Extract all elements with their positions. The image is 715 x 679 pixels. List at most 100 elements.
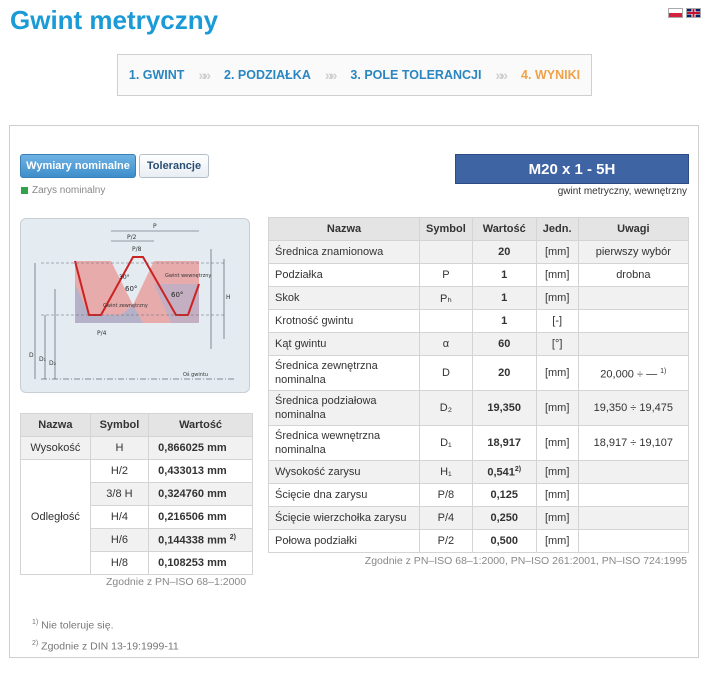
tab-nominal-dimensions[interactable]: Wymiary nominalne <box>20 154 136 178</box>
chevron-right-icon: »» <box>324 67 338 83</box>
cell-value: 0,250 <box>471 506 537 530</box>
page-title: Gwint metryczny <box>10 5 219 35</box>
cell-symbol: P/8 <box>419 483 473 507</box>
cell-unit: [mm] <box>535 240 579 264</box>
cell-value: 0,125 <box>471 483 537 507</box>
green-square-icon <box>21 187 28 194</box>
cell-name: Odległość <box>20 459 91 575</box>
column-header: Symbol <box>419 217 473 241</box>
legend: Zarys nominalny <box>21 185 105 196</box>
column-header: Uwagi <box>577 217 690 241</box>
cell-symbol: H <box>89 436 150 460</box>
table-row: Wysokość zarysu H₁ 0,5412) [mm] <box>267 460 690 484</box>
cell-unit: [-] <box>535 309 579 333</box>
cell-unit: [mm] <box>535 529 579 553</box>
cell-name: Średnica podziałowa nominalna <box>267 390 421 426</box>
cell-symbol: P <box>419 263 473 287</box>
polish-flag-icon[interactable] <box>668 8 683 18</box>
cell-symbol <box>419 309 473 333</box>
thread-profile-diagram: P P/2 P/4 P/8 H D D₁ D₂ 60° 60° 30° Gwin… <box>20 218 250 393</box>
cell-symbol: D <box>419 355 473 391</box>
cell-symbol: Pₕ <box>419 286 473 310</box>
step-thread[interactable]: 1. GWINT <box>125 68 189 82</box>
cell-value: 0,500 <box>471 529 537 553</box>
cell-value: 0,216506 mm <box>148 505 253 529</box>
footnote: 2) Zgodnie z DIN 13-19:1999-11 <box>32 635 179 656</box>
dimensions-table: Nazwa Symbol Wartość Jedn. Uwagi Średnic… <box>267 217 690 553</box>
nut-label: Gwint wewnętrzny <box>165 273 211 279</box>
wizard-steps: 1. GWINT »» 2. PODZIAŁKA »» 3. POLE TOLE… <box>117 54 592 96</box>
cell-name: Wysokość zarysu <box>267 460 421 484</box>
table-row: Połowa podziałki P/2 0,500 [mm] <box>267 529 690 553</box>
cell-unit: [mm] <box>535 286 579 310</box>
column-header: Wartość <box>148 413 253 437</box>
cell-symbol: H/6 <box>89 528 150 552</box>
dim-label-p8: P/8 <box>132 246 142 253</box>
chevron-right-icon: »» <box>495 67 508 83</box>
cell-note <box>577 506 690 530</box>
step-tolerance-field[interactable]: 3. POLE TOLERANCJI <box>346 68 485 82</box>
thread-designation: M20 x 1 - 5H <box>455 154 689 184</box>
cell-note: 18,917 ÷ 19,107 <box>577 425 690 461</box>
cell-value: 1 <box>471 286 537 310</box>
dim-label-p: P <box>153 223 157 230</box>
bolt-label: Gwint zewnętrzny <box>103 303 148 309</box>
tab-tolerances[interactable]: Tolerancje <box>139 154 209 178</box>
cell-name: Średnica wewnętrzna nominalna <box>267 425 421 461</box>
cell-name: Średnica zewnętrzna nominalna <box>267 355 421 391</box>
language-switcher <box>668 8 701 18</box>
footnote-ref: 1) <box>660 367 667 375</box>
table-row: Podziałka P 1 [mm] drobna <box>267 263 690 287</box>
cell-value: 0,144338 mm <box>158 534 227 547</box>
cell-value: 0,108253 mm <box>148 551 253 575</box>
step-results[interactable]: 4. WYNIKI <box>517 68 584 82</box>
cell-value: 60 <box>471 332 537 356</box>
table-row: Krotność gwintu 1 [-] <box>267 309 690 333</box>
footnote-ref: 2) <box>229 533 236 541</box>
angle-label-bolt: 60° <box>171 291 183 299</box>
dim-label-d1: D₁ <box>39 356 47 363</box>
table-row: Ścięcie wierzchołka zarysu P/4 0,250 [mm… <box>267 506 690 530</box>
column-header: Jedn. <box>535 217 579 241</box>
english-flag-icon[interactable] <box>686 8 701 18</box>
angle-label: 60° <box>125 285 137 293</box>
column-header: Nazwa <box>20 413 91 437</box>
cell-symbol: P/2 <box>419 529 473 553</box>
table-row: Ścięcie dna zarysu P/8 0,125 [mm] <box>267 483 690 507</box>
results-panel: Wymiary nominalne Tolerancje Zarys nomin… <box>9 125 699 658</box>
footnote: 1) Nie toleruje się. <box>32 614 179 635</box>
cell-name: Połowa podziałki <box>267 529 421 553</box>
cell-unit: [mm] <box>535 483 579 507</box>
cell-name: Kąt gwintu <box>267 332 421 356</box>
cell-note <box>577 483 690 507</box>
standard-note: Zgodnie z PN–ISO 68–1:2000 <box>106 576 247 588</box>
table-row: Średnica podziałowa nominalna D₂ 19,350 … <box>267 390 690 426</box>
step-pitch[interactable]: 2. PODZIAŁKA <box>220 68 315 82</box>
cell-value: 19,350 <box>471 390 537 426</box>
footnote-mark: 2) <box>32 639 39 647</box>
cell-value: 1 <box>471 309 537 333</box>
dim-label-h: H <box>226 294 231 301</box>
cell-note: pierwszy wybór <box>577 240 690 264</box>
table-row: Średnica zewnętrzna nominalna D 20 [mm] … <box>267 355 690 391</box>
cell-unit: [mm] <box>535 425 579 461</box>
cell-name: Ścięcie wierzchołka zarysu <box>267 506 421 530</box>
table-row: Kąt gwintu α 60 [°] <box>267 332 690 356</box>
table-row: Średnica wewnętrzna nominalna D₁ 18,917 … <box>267 425 690 461</box>
cell-value: 1 <box>471 263 537 287</box>
cell-value: 0,866025 mm <box>148 436 253 460</box>
cell-value: 0,541 <box>487 466 515 479</box>
dim-label-d2: D₂ <box>49 360 57 367</box>
cell-symbol: P/4 <box>419 506 473 530</box>
cell-symbol: H/8 <box>89 551 150 575</box>
cell-note: drobna <box>577 263 690 287</box>
angle-label-30: 30° <box>119 274 130 281</box>
cell-note <box>577 460 690 484</box>
cell-unit: [mm] <box>535 506 579 530</box>
legend-label: Zarys nominalny <box>32 185 106 196</box>
cell-symbol: α <box>419 332 473 356</box>
cell-name: Krotność gwintu <box>267 309 421 333</box>
table-row: Odległość H/2 0,433013 mm <box>20 459 253 575</box>
cell-name: Wysokość <box>20 436 91 460</box>
cell-value: 18,917 <box>471 425 537 461</box>
